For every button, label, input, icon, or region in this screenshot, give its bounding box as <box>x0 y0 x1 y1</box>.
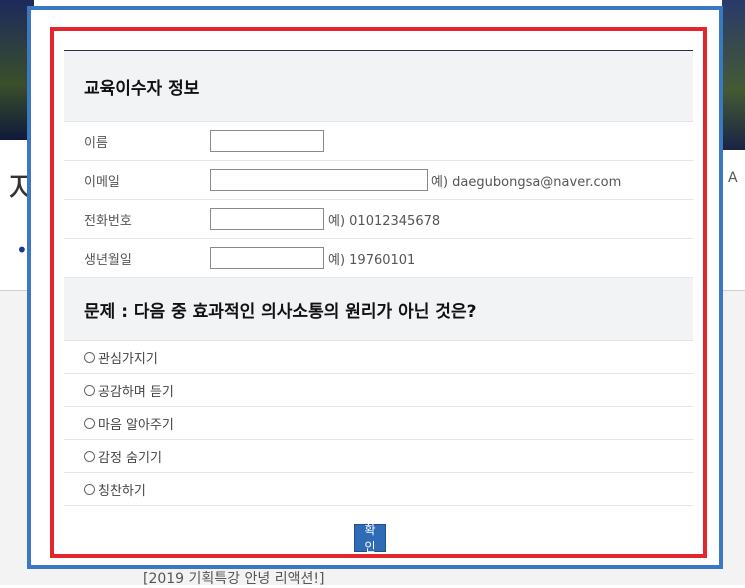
option-label: 공감하며 듣기 <box>98 384 174 400</box>
question-text: 문제 : 다음 중 효과적인 의사소통의 원리가 아닌 것은? <box>64 278 693 341</box>
section-title: 교육이수자 정보 <box>64 51 693 122</box>
option-label: 관심가지기 <box>98 351 158 367</box>
radio-icon[interactable] <box>84 417 95 429</box>
background-right-fragment: A <box>728 170 738 186</box>
radio-icon[interactable] <box>84 483 95 495</box>
option-label: 감정 숨기기 <box>98 450 162 466</box>
phone-hint: 예) 01012345678 <box>328 213 441 229</box>
answer-option-4[interactable]: 감정 숨기기 <box>64 440 693 473</box>
quiz-dialog: 교육이수자 정보 이름 이메일 예) daegubongsa@naver.com… <box>64 50 693 554</box>
background-banner-right <box>722 0 745 150</box>
name-input[interactable] <box>210 130 324 152</box>
phone-label: 전화번호 <box>84 213 132 229</box>
birthdate-row: 생년월일 예) 19760101 <box>64 239 693 278</box>
dialog-footer: 확인 <box>64 506 693 558</box>
confirm-button[interactable]: 확인 <box>354 523 386 554</box>
answer-option-1[interactable]: 관심가지기 <box>64 341 693 374</box>
radio-icon[interactable] <box>84 351 95 363</box>
email-row: 이메일 예) daegubongsa@naver.com <box>64 161 693 200</box>
background-bottom-text: [2019 기획특강 안녕 리액션!] <box>143 571 325 587</box>
name-label: 이름 <box>84 135 108 151</box>
email-label: 이메일 <box>84 174 120 190</box>
radio-icon[interactable] <box>84 450 95 462</box>
radio-icon[interactable] <box>84 384 95 396</box>
name-row: 이름 <box>64 122 693 161</box>
email-hint: 예) daegubongsa@naver.com <box>431 174 622 190</box>
answer-option-2[interactable]: 공감하며 듣기 <box>64 374 693 407</box>
phone-input[interactable] <box>210 208 324 230</box>
phone-row: 전화번호 예) 01012345678 <box>64 200 693 239</box>
birthdate-input[interactable] <box>210 247 324 269</box>
answer-option-5[interactable]: 칭찬하기 <box>64 473 693 506</box>
birthdate-hint: 예) 19760101 <box>328 252 416 268</box>
email-input[interactable] <box>210 169 428 191</box>
option-label: 칭찬하기 <box>98 483 146 499</box>
birthdate-label: 생년월일 <box>84 252 132 268</box>
answer-option-3[interactable]: 마음 알아주기 <box>64 407 693 440</box>
option-label: 마음 알아주기 <box>98 417 174 433</box>
